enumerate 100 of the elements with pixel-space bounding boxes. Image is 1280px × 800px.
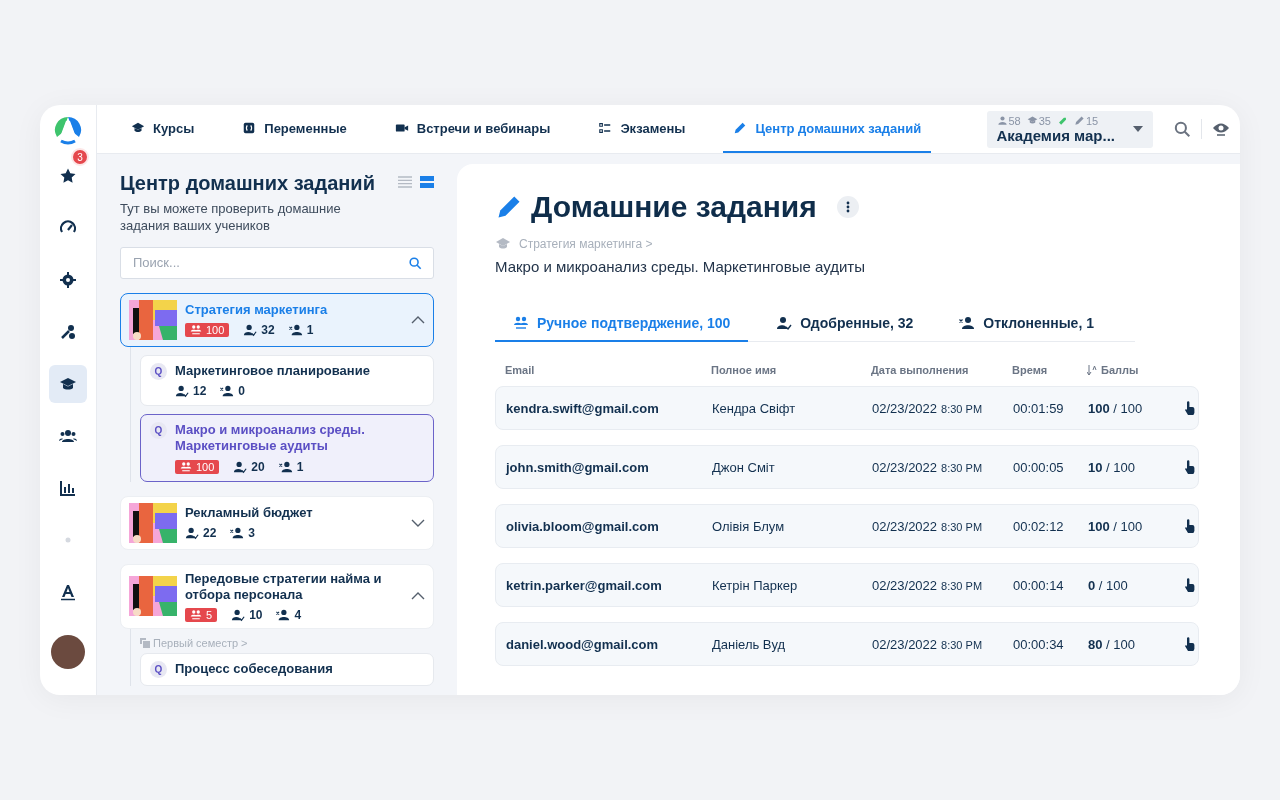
- lesson-card[interactable]: Q Маркетинговое планирование 12 0: [140, 354, 434, 407]
- notification-badge: 3: [71, 148, 89, 166]
- duration-cell-text: 00:00:14: [1013, 577, 1065, 593]
- copy-icon: [140, 638, 150, 649]
- variable-icon: [242, 121, 257, 135]
- course-thumbnail: [129, 502, 177, 543]
- account-selector[interactable]: 58 35 15 Академия мар...: [986, 110, 1153, 148]
- duration-cell-text: 00:00:05: [1013, 459, 1065, 475]
- course-thumbnail: [129, 576, 177, 617]
- sidebar-item[interactable]: [49, 365, 87, 403]
- course-card[interactable]: Стратегия маркетинга 100 32 1: [120, 292, 434, 347]
- score-cell-text: 100 / 100: [1088, 518, 1144, 534]
- person-check-icon: [175, 384, 189, 399]
- time-cell: 8:30 PM: [941, 461, 983, 474]
- list-icon: [398, 176, 412, 188]
- person-x-icon: [276, 608, 291, 623]
- sort-icon[interactable]: [1087, 365, 1097, 375]
- pencil-icon: [1074, 115, 1085, 126]
- date-cell: 02/23/2022: [872, 400, 938, 416]
- course-card[interactable]: Передовые стратегии найма и отбора персонала 5 10 4: [120, 563, 434, 630]
- approved-count: 32: [261, 323, 275, 338]
- stat-count: 35: [1038, 114, 1051, 127]
- sidebar-subtitle: Тут вы можете проверить домашние задания ваших учеников: [120, 201, 342, 235]
- table-row[interactable]: kendra.swift@gmail.com Кендра Свіфт 02/23/2022 8:30 PM 00:01:59 100 / 100: [495, 386, 1199, 430]
- table-row[interactable]: ketrin.parker@gmail.com Кетрін Паркер 02/23/2022 8:30 PM 00:00:14 0 / 100: [495, 563, 1199, 607]
- rejected-count: 4: [294, 608, 302, 623]
- page-title: Домашние задания: [531, 190, 817, 224]
- table-row[interactable]: olivia.bloom@gmail.com Олівія Блум 02/23/2022 8:30 PM 00:02:12 100 / 100: [495, 504, 1199, 548]
- email-cell-text: olivia.bloom@gmail.com: [506, 518, 660, 534]
- caret-icon: [1133, 126, 1143, 132]
- course-thumbnail: [129, 299, 177, 340]
- date-cell: 02/23/2022: [872, 459, 938, 475]
- search-field[interactable]: Поиск...: [120, 246, 434, 279]
- nav-tab[interactable]: Экзамены: [588, 105, 696, 153]
- rejected-count: 3: [248, 526, 256, 541]
- name-cell-text: Кетрін Паркер: [712, 577, 799, 593]
- time-cell: 8:30 PM: [941, 520, 983, 533]
- filter-tab[interactable]: Отклоненные, 1: [941, 307, 1112, 342]
- nav-tab[interactable]: Встречи и вебинары: [384, 105, 561, 153]
- column-header: Баллы: [1101, 364, 1139, 376]
- person-check-icon: [185, 526, 199, 541]
- font-icon: [59, 583, 77, 601]
- sidebar-title: Центр домашних заданий: [120, 172, 375, 195]
- cap-icon: [1026, 115, 1038, 126]
- search-icon: [1173, 120, 1191, 138]
- more-button[interactable]: [836, 196, 859, 218]
- approved-count: 10: [249, 608, 263, 623]
- table-row[interactable]: john.smith@gmail.com Джон Сміт 02/23/2022 8:30 PM 00:00:05 10 / 100: [495, 445, 1199, 489]
- lesson-badge: Q: [150, 422, 167, 440]
- score-cell-text: 100 / 100: [1088, 400, 1144, 416]
- search-icon: [408, 255, 422, 270]
- person-x-icon: [278, 459, 293, 474]
- pending-count: 5: [185, 608, 218, 623]
- time-cell: 8:30 PM: [941, 579, 983, 592]
- person-check-icon: [231, 608, 246, 623]
- person-x-icon: [288, 323, 303, 338]
- filter-tab[interactable]: Одобренные, 32: [758, 307, 932, 342]
- person-check-icon: [776, 315, 793, 331]
- column-header: Полное имя: [711, 364, 777, 376]
- name-cell-text: Кендра Свіфт: [712, 400, 797, 416]
- person-check-icon: [233, 459, 248, 474]
- users-icon: [180, 460, 192, 473]
- lesson-title: Маркетинговое планирование: [175, 362, 371, 380]
- table-row[interactable]: daniel.wood@gmail.com Даніель Вуд 02/23/2022 8:30 PM 00:00:34 80 / 100: [495, 622, 1199, 666]
- person-x-icon: [220, 384, 235, 399]
- lesson-title: Макро и микроанализ среды. Маркетинговые аудиты: [175, 422, 366, 455]
- email-cell-text: ketrin.parker@gmail.com: [506, 577, 663, 593]
- email-cell-text: john.smith@gmail.com: [506, 459, 650, 475]
- date-cell: 02/23/2022: [872, 518, 938, 534]
- time-cell: 8:30 PM: [941, 402, 983, 415]
- course-title: Передовые стратегии найма и отбора персонала: [185, 570, 383, 604]
- name-cell-text: Олівія Блум: [712, 518, 786, 534]
- course-card[interactable]: Рекламный бюджет 22 3: [120, 495, 434, 550]
- chevron-down-icon[interactable]: [411, 518, 425, 527]
- approved-count: 22: [203, 526, 217, 541]
- nav-tab[interactable]: Курсы: [121, 105, 205, 153]
- filter-tab[interactable]: Ручное подтверджение, 100: [495, 307, 749, 342]
- rows-icon: [420, 176, 434, 188]
- users-icon: [513, 315, 529, 331]
- score-cell-text: 80 / 100: [1088, 636, 1136, 652]
- course-title: Рекламный бюджет: [185, 504, 314, 522]
- person-x-icon: [959, 315, 976, 331]
- pencil-icon: [733, 121, 748, 135]
- column-header: Дата выполнения: [871, 364, 969, 376]
- lesson-card[interactable]: Q Макро и микроанализ среды. Маркетинговые аудиты 100 20 1: [140, 414, 434, 482]
- pending-count: 100: [175, 459, 220, 474]
- account-name: Академия мар...: [996, 126, 1115, 144]
- chevron-up-icon[interactable]: [411, 315, 425, 324]
- person-x-icon: [230, 526, 245, 541]
- more-icon: [845, 201, 850, 213]
- user-avatar[interactable]: [51, 635, 85, 669]
- duration-cell-text: 00:00:34: [1013, 636, 1065, 652]
- lesson-card[interactable]: Q Процесс собеседования: [140, 653, 434, 687]
- chevron-up-icon[interactable]: [411, 592, 425, 601]
- list-icon: [598, 121, 613, 135]
- app-logo[interactable]: [53, 115, 83, 145]
- email-cell-text: kendra.swift@gmail.com: [506, 400, 660, 416]
- approved-count: 12: [193, 384, 207, 399]
- nav-tab[interactable]: Переменные: [232, 105, 357, 153]
- section-label: Первый семестр >: [153, 637, 248, 650]
